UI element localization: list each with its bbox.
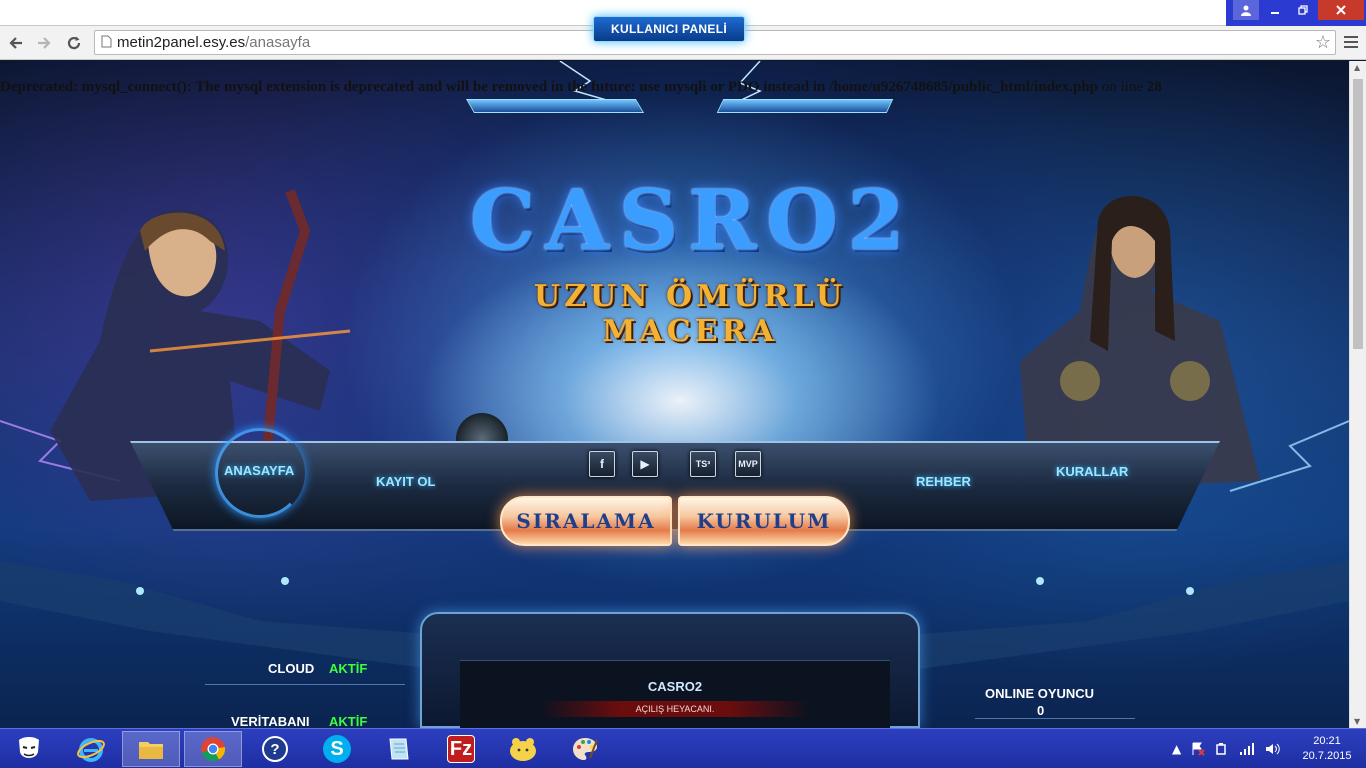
kakao-icon (510, 738, 536, 761)
ranking-button[interactable]: SIRALAMA (500, 496, 672, 546)
restore-button[interactable] (1290, 0, 1316, 20)
clock-date: 20.7.2015 (1302, 750, 1352, 762)
power-icon[interactable] (1215, 742, 1229, 756)
minimize-button[interactable] (1262, 0, 1288, 20)
taskbar-start-mask-app[interactable] (0, 731, 58, 767)
notepad-icon (389, 738, 409, 760)
signal-icon[interactable] (1239, 742, 1255, 756)
taskbar-skype[interactable]: S (308, 731, 366, 767)
youtube-icon[interactable]: ▶ (632, 451, 658, 477)
online-players-label: ONLINE OYUNCU (985, 686, 1095, 701)
browser-menu-icon[interactable] (1341, 30, 1361, 54)
taskbar-file-explorer[interactable] (122, 731, 180, 767)
taskbar-chrome[interactable] (184, 731, 242, 767)
bookmark-star-icon[interactable]: ☆ (1315, 32, 1331, 53)
database-status-label: VERİTABANI (231, 714, 310, 729)
database-status-value: AKTİF (329, 714, 368, 729)
help-icon: ? (262, 736, 288, 762)
filezilla-icon: Fz (447, 735, 475, 763)
taskbar-filezilla[interactable]: Fz (432, 731, 490, 767)
paint-palette-icon (573, 738, 598, 760)
news-panel (460, 660, 890, 728)
nav-link-guide[interactable]: REHBER (916, 474, 971, 489)
nav-link-register[interactable]: KAYIT OL (376, 474, 435, 489)
reload-icon (67, 36, 81, 50)
close-button[interactable] (1318, 0, 1364, 20)
taskbar-internet-explorer[interactable] (62, 731, 120, 767)
arrow-left-icon (9, 37, 22, 49)
teamspeak-icon[interactable]: TS³ (690, 451, 716, 477)
clock-time: 20:21 (1313, 735, 1341, 747)
internet-explorer-icon (77, 738, 105, 762)
cloud-status-value: AKTİF (329, 661, 368, 676)
news-item-text: AÇILIŞ HEYACANI. (635, 704, 715, 714)
minimize-icon (1271, 12, 1279, 14)
page-icon (95, 35, 117, 51)
scroll-up-icon[interactable]: ▲ (1354, 63, 1360, 72)
site-logo-title: CASRO2 (470, 173, 915, 269)
system-clock[interactable]: 20:21 20.7.2015 (1296, 734, 1358, 764)
site-logo-subtitle: UZUN ÖMÜRLÜ MACERA (533, 279, 847, 349)
cloud-status-label: CLOUD (268, 661, 315, 676)
header-frame (465, 61, 894, 131)
online-players-count: 0 (1037, 703, 1045, 718)
taskbar-paint[interactable] (556, 731, 614, 767)
volume-icon[interactable] (1265, 742, 1281, 756)
setup-button[interactable]: KURULUM (678, 496, 850, 546)
user-icon (1241, 5, 1251, 16)
news-title: CASRO2 (647, 679, 703, 694)
news-item[interactable]: AÇILIŞ HEYACANI. (540, 701, 810, 717)
arrow-right-icon (38, 37, 51, 49)
taskbar-help[interactable]: ? (246, 731, 304, 767)
url-host: metin2panel.esy.es (117, 34, 246, 51)
nav-link-home[interactable]: ANASAYFA (224, 463, 294, 478)
url-path: /anasayfa (245, 34, 311, 51)
chrome-icon (201, 737, 226, 761)
page-scrollbar[interactable]: ▲ ▼ (1349, 61, 1366, 728)
flag-alert-icon[interactable] (1191, 742, 1205, 756)
restore-icon (1298, 5, 1308, 15)
facebook-icon[interactable]: f (589, 451, 615, 477)
taskbar-kakao[interactable] (494, 731, 552, 767)
taskbar-notepad[interactable] (370, 731, 428, 767)
status-divider (975, 718, 1135, 719)
user-profile-button[interactable] (1233, 0, 1259, 20)
mvp-icon[interactable]: MVP (735, 451, 761, 477)
status-divider (205, 684, 405, 685)
user-panel-link[interactable]: KULLANICI PANELİ (593, 16, 745, 42)
close-icon (1336, 5, 1346, 15)
windows-taskbar: ? S Fz ▲ 20:21 20.7.2015 (0, 728, 1366, 768)
forward-button[interactable] (32, 31, 56, 55)
reload-button[interactable] (62, 31, 86, 55)
back-button[interactable] (4, 31, 28, 55)
tray-expand-icon[interactable]: ▲ (1172, 742, 1181, 756)
folder-icon (139, 742, 163, 759)
skype-icon: S (323, 735, 351, 763)
mask-icon (19, 737, 39, 758)
scrollbar-thumb[interactable] (1353, 79, 1363, 349)
system-tray: ▲ (1172, 735, 1281, 763)
nav-link-rules[interactable]: KURALLAR (1056, 464, 1128, 479)
scroll-down-icon[interactable]: ▼ (1354, 717, 1360, 726)
